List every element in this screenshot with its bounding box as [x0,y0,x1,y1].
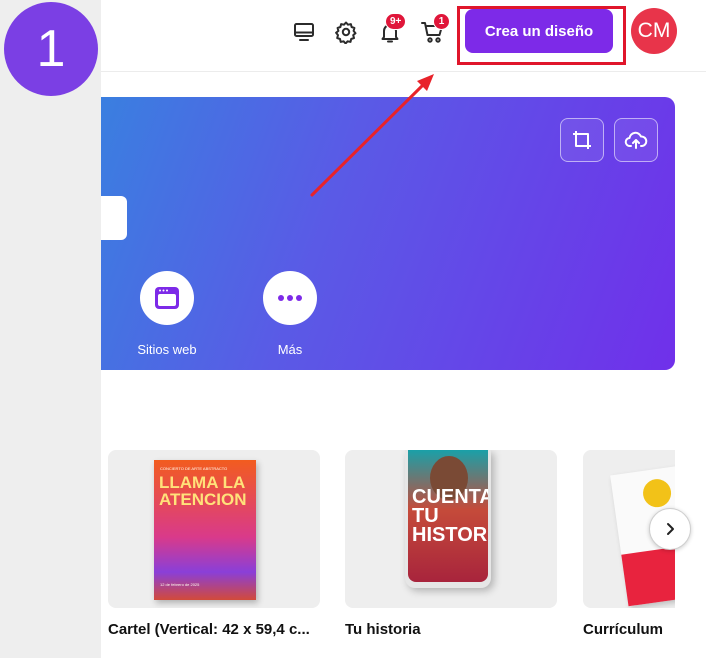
category-more[interactable]: Más [235,271,345,357]
template-thumbnail: CONCIERTO DE ARTE ABSTRACTO LLAMA LA ATE… [108,450,320,608]
search-input[interactable] [101,196,127,240]
carousel-next-button[interactable] [649,508,691,550]
template-label: Currículum [583,621,664,638]
step-number-badge: 1 [4,2,98,96]
hero-banner: Sitios web Más [101,97,675,370]
avatar[interactable]: CM [631,8,677,54]
template-card[interactable]: CUENTA TU HISTORIA Tu historia [345,450,557,638]
category-label: Sitios web [137,342,197,357]
template-thumbnail: CUENTA TU HISTORIA [345,450,557,608]
poster-artwork: CONCIERTO DE ARTE ABSTRACTO LLAMA LA ATE… [154,460,256,600]
templates-carousel: CONCIERTO DE ARTE ABSTRACTO LLAMA LA ATE… [101,450,675,650]
category-label: Más [277,342,303,357]
poster-small-text: CONCIERTO DE ARTE ABSTRACTO [160,466,228,471]
resume-red-band [621,544,675,607]
template-label: Tu historia [345,621,421,638]
cloud-upload-icon[interactable] [614,118,658,162]
story-headline: CUENTA TU HISTORIA [412,486,488,546]
template-card[interactable]: CONCIERTO DE ARTE ABSTRACTO LLAMA LA ATE… [108,450,320,638]
poster-date-text: 12 de febrero de 2025 [160,582,200,587]
category-websites[interactable]: Sitios web [112,271,222,357]
screen: 1 9+ 1 Crea un diseño CM Sitios web Más … [0,0,706,658]
cart-badge: 1 [433,13,450,30]
notifications-badge: 9+ [385,13,407,30]
poster-headline: LLAMA LA ATENCION [159,473,247,509]
website-icon [140,271,194,325]
resume-photo [641,477,673,509]
chevron-right-icon [667,523,674,535]
desktop-icon[interactable] [290,18,318,46]
left-sidebar [0,0,101,658]
phone-mockup: CUENTA TU HISTORIA [405,450,491,588]
more-icon [263,271,317,325]
template-label: Cartel (Vertical: 42 x 59,4 c... [108,621,310,638]
resize-icon[interactable] [560,118,604,162]
story-artwork: CUENTA TU HISTORIA [408,450,488,582]
create-design-button[interactable]: Crea un diseño [465,9,613,53]
gear-icon[interactable] [332,18,360,46]
